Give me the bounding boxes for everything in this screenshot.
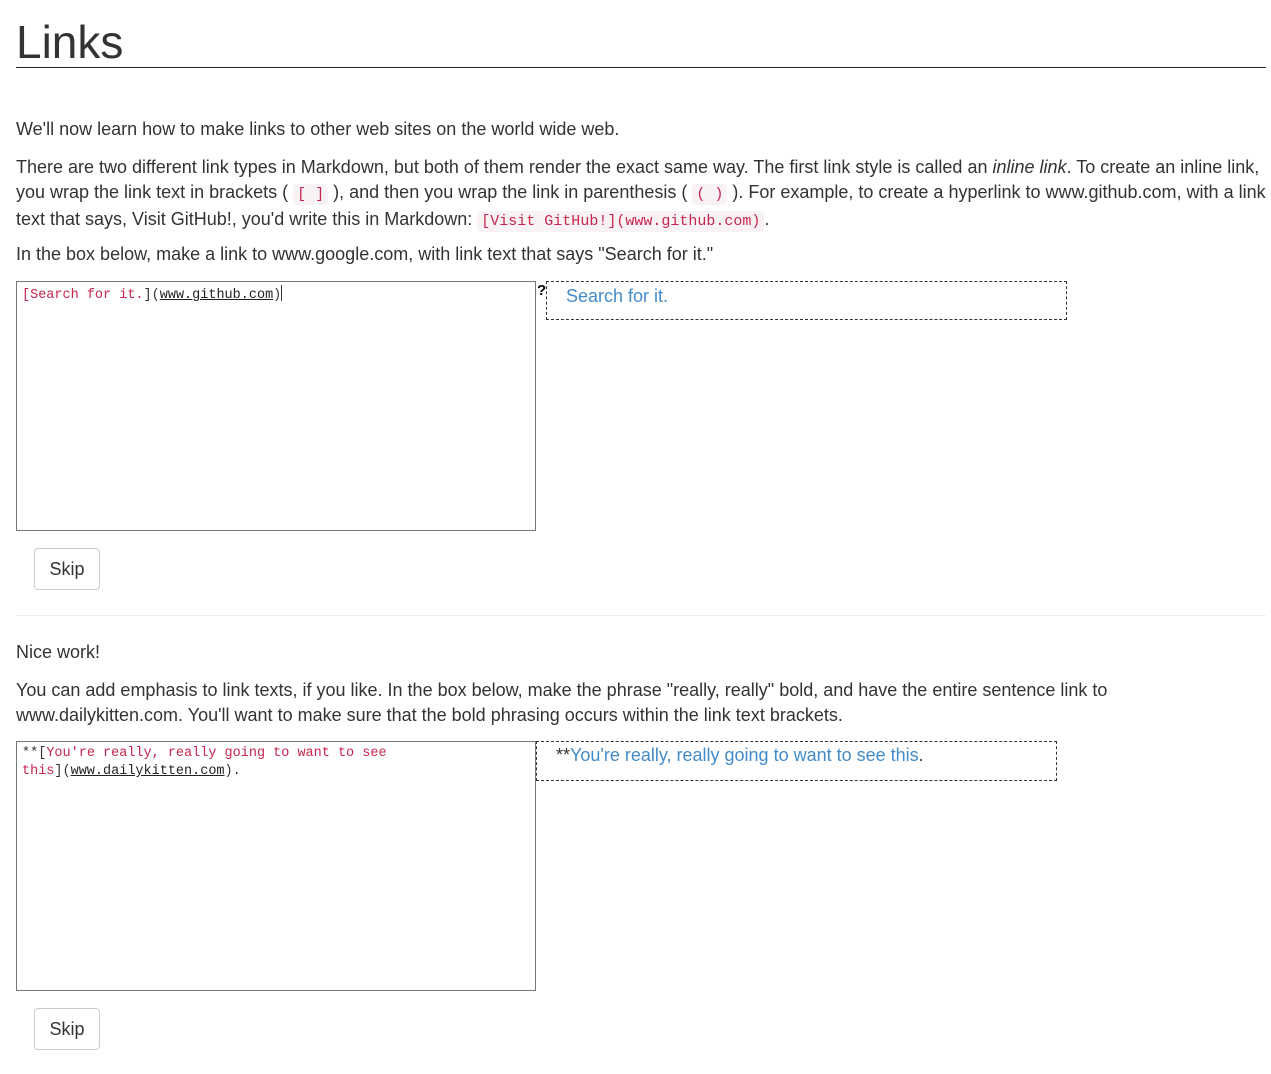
- lesson-page: Links We'll now learn how to make links …: [0, 0, 1271, 1074]
- editor-url: www.dailykitten.com: [70, 764, 225, 779]
- preview-stars: **: [556, 745, 571, 765]
- page-title: Links: [16, 16, 124, 68]
- title-divider: [16, 67, 1266, 68]
- code-brackets: [ ]: [293, 184, 329, 205]
- inline-link-explanation: There are two different link types in Ma…: [16, 157, 1266, 232]
- markdown-editor-1[interactable]: [Search for it.](www.github.com): [16, 281, 536, 531]
- code-example: [Visit GitHub!](www.github.com): [477, 211, 765, 232]
- preview-link[interactable]: You're really, really going to want to s…: [570, 745, 919, 765]
- success-message: Nice work!: [16, 642, 101, 662]
- editor-link-text: You're really, really going to want to s…: [46, 746, 387, 761]
- editor-url: www.github.com: [159, 288, 274, 303]
- section-divider: [16, 615, 1266, 616]
- inline-link-term: inline link: [992, 157, 1067, 177]
- editor-link-text: Search for it.: [30, 288, 144, 303]
- intro-paragraph: We'll now learn how to make links to oth…: [16, 119, 620, 139]
- preview-box-1: Search for it.: [546, 281, 1067, 320]
- status-question-icon: ?: [537, 282, 547, 299]
- skip-button[interactable]: Skip: [34, 1008, 100, 1050]
- text-caret: [281, 285, 283, 301]
- preview-link[interactable]: Search for it.: [566, 286, 668, 306]
- preview-box-2: **You're really, really going to want to…: [536, 741, 1057, 781]
- code-parenthesis: ( ): [692, 184, 728, 205]
- exercise2-instruction: You can add emphasis to link texts, if y…: [16, 680, 1108, 725]
- skip-button[interactable]: Skip: [34, 548, 100, 590]
- exercise1-instruction: In the box below, make a link to www.goo…: [16, 244, 714, 264]
- markdown-editor-2[interactable]: **[You're really, really going to want t…: [16, 741, 536, 991]
